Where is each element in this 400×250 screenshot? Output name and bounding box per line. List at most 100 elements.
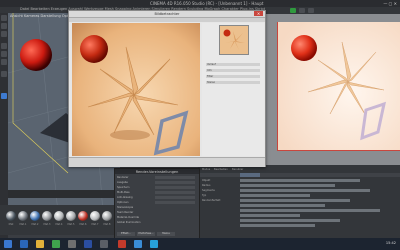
multipass-button[interactable]: Multi-Pass... bbox=[137, 232, 155, 236]
material-swatch[interactable] bbox=[30, 211, 40, 221]
scale-tool-icon[interactable] bbox=[1, 23, 7, 29]
attr-label: Render-Perfekt bbox=[202, 199, 221, 202]
attr-label: Objekt bbox=[202, 179, 211, 182]
attr-tabs[interactable] bbox=[200, 173, 400, 177]
render-preview-scene bbox=[278, 22, 400, 150]
app-icon[interactable] bbox=[68, 240, 76, 248]
render-settings-icon[interactable] bbox=[308, 8, 314, 13]
right-toolbar bbox=[265, 7, 400, 14]
taskbar bbox=[0, 238, 400, 250]
app-icon[interactable] bbox=[118, 240, 126, 248]
picture-viewer-menubar[interactable] bbox=[69, 18, 265, 22]
material-swatch[interactable] bbox=[6, 211, 16, 221]
material-label: Mat.1 bbox=[19, 223, 27, 226]
rs-field[interactable] bbox=[155, 176, 195, 179]
history-row[interactable] bbox=[206, 69, 260, 72]
side-tab-label: Stereo bbox=[207, 81, 216, 84]
taskbar-clock: 15:42 bbox=[385, 241, 396, 245]
material-swatch[interactable] bbox=[42, 211, 52, 221]
workplane-icon[interactable] bbox=[1, 93, 7, 99]
close-icon[interactable]: × bbox=[254, 11, 263, 16]
material-label: Mat.3 bbox=[43, 223, 51, 226]
material-swatch[interactable] bbox=[90, 211, 100, 221]
side-tab-label: Info bbox=[207, 69, 212, 72]
ie-icon[interactable] bbox=[20, 240, 28, 248]
attr-label: Benutzer bbox=[232, 168, 244, 171]
material-swatch[interactable] bbox=[102, 211, 112, 221]
polygons-mode-icon[interactable] bbox=[1, 59, 7, 65]
rs-item[interactable]: Anti-Aliasing bbox=[117, 196, 139, 199]
thumbnail-scene bbox=[220, 26, 248, 54]
material-swatch[interactable] bbox=[18, 211, 28, 221]
attr-slider[interactable] bbox=[240, 179, 360, 182]
rs-field[interactable] bbox=[155, 186, 195, 189]
folder-icon[interactable] bbox=[36, 240, 44, 248]
rendered-scene bbox=[72, 23, 200, 156]
material-label: Mat.4 bbox=[55, 223, 63, 226]
rs-item[interactable]: Team Render bbox=[117, 211, 139, 214]
material-swatch[interactable] bbox=[66, 211, 76, 221]
side-tab-label: Verlauf bbox=[207, 63, 216, 66]
my-settings-button[interactable]: Meine bbox=[157, 232, 175, 236]
window-controls[interactable]: — ▢ ✕ bbox=[383, 1, 397, 6]
rs-item[interactable]: Speichern bbox=[117, 186, 139, 189]
start-icon[interactable] bbox=[4, 240, 12, 248]
rs-field[interactable] bbox=[155, 196, 195, 199]
points-mode-icon[interactable] bbox=[1, 43, 7, 49]
attr-slider[interactable] bbox=[240, 199, 350, 202]
material-label: Mat.2 bbox=[31, 223, 39, 226]
picture-viewer-title: Bildbetrachter bbox=[154, 12, 180, 16]
rs-item[interactable]: Stereoskopie bbox=[117, 206, 139, 209]
material-label: Mat bbox=[8, 223, 14, 226]
rs-field[interactable] bbox=[155, 191, 195, 194]
rs-field[interactable] bbox=[155, 181, 195, 184]
edges-mode-icon[interactable] bbox=[1, 51, 7, 57]
snap-icon[interactable] bbox=[1, 71, 7, 77]
attr-slider[interactable] bbox=[240, 219, 340, 222]
render-settings-window: Render-Voreinstellungen Renderer Ausgabe… bbox=[114, 168, 200, 240]
move-tool-icon[interactable] bbox=[1, 15, 7, 21]
picture-viewer-statusbar bbox=[69, 157, 265, 167]
rs-item[interactable]: Multi-Pass bbox=[117, 191, 139, 194]
material-swatch[interactable] bbox=[54, 211, 64, 221]
attr-label: Typ bbox=[202, 194, 207, 197]
attr-slider[interactable] bbox=[240, 204, 325, 207]
app-title: CINEMA 4D R16.050 Studio (RC) - [Unbenan… bbox=[150, 1, 264, 6]
attr-label: Bearbeiten bbox=[214, 168, 228, 171]
attr-slider[interactable] bbox=[240, 224, 315, 227]
render-icon[interactable] bbox=[290, 8, 296, 13]
rs-item[interactable]: Ausgabe bbox=[117, 181, 139, 184]
picture-viewer-window: Bildbetrachter × Verlauf Info Filter Ste… bbox=[68, 10, 266, 167]
media-icon[interactable] bbox=[52, 240, 60, 248]
history-row[interactable] bbox=[206, 75, 260, 78]
side-tab-label: Filter bbox=[207, 75, 214, 78]
ps-icon[interactable] bbox=[84, 240, 92, 248]
material-label: Mat.7 bbox=[91, 223, 99, 226]
app-icon[interactable] bbox=[134, 240, 142, 248]
rs-field[interactable] bbox=[155, 201, 195, 204]
rs-item[interactable]: Optionen bbox=[117, 201, 139, 204]
tab-object[interactable] bbox=[240, 173, 260, 177]
effect-button[interactable]: Effekt... bbox=[117, 232, 135, 236]
material-label: Mat.5 bbox=[67, 223, 75, 226]
attr-slider[interactable] bbox=[240, 209, 380, 212]
timeline[interactable] bbox=[8, 190, 120, 198]
attr-label: Segmente bbox=[202, 189, 215, 192]
attr-label: Radius bbox=[202, 184, 211, 187]
history-thumbnail[interactable] bbox=[219, 25, 249, 55]
material-label: Mat.8 bbox=[103, 223, 111, 226]
attr-slider[interactable] bbox=[240, 194, 310, 197]
material-swatch[interactable] bbox=[78, 211, 88, 221]
attr-label: Modus bbox=[202, 168, 211, 171]
render-view-icon[interactable] bbox=[299, 8, 305, 13]
rs-item[interactable]: Global Illumination bbox=[117, 221, 141, 224]
attr-slider[interactable] bbox=[240, 189, 370, 192]
attr-slider[interactable] bbox=[240, 214, 300, 217]
rs-item[interactable]: Renderer bbox=[117, 176, 139, 179]
rs-item[interactable]: Material-Override bbox=[117, 216, 139, 219]
rotate-tool-icon[interactable] bbox=[1, 31, 7, 37]
skype-icon[interactable] bbox=[150, 240, 158, 248]
rendered-image bbox=[72, 23, 200, 156]
attr-slider[interactable] bbox=[240, 184, 335, 187]
c4d-icon[interactable] bbox=[100, 240, 108, 248]
